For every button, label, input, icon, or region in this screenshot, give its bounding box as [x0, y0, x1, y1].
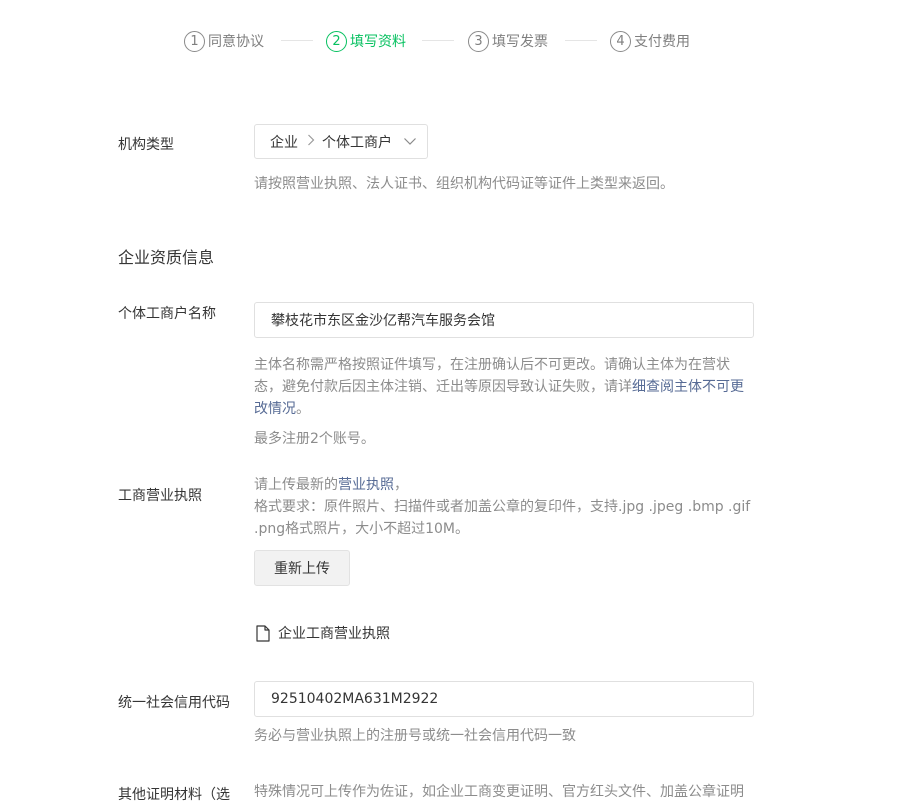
step-number: 1 — [184, 30, 205, 52]
name-tip: 主体名称需严格按照证件填写，在注册确认后不可更改。请确认主体为在营状态，避免付款… — [254, 354, 754, 420]
license-label: 工商营业执照 — [118, 488, 202, 504]
credit-code-value: 92510402MA631M2922 — [271, 691, 439, 707]
step-label: 填写资料 — [350, 34, 406, 50]
license-tip-link[interactable]: 营业执照 — [338, 477, 394, 493]
name-input-value: 攀枝花市东区金沙亿帮汽车服务会馆 — [271, 313, 495, 329]
step-invoice: 3 填写发票 — [468, 29, 548, 53]
step-label: 同意协议 — [208, 34, 264, 50]
name-input[interactable]: 攀枝花市东区金沙亿帮汽车服务会馆 — [254, 302, 754, 338]
step-number: 4 — [610, 30, 631, 52]
file-icon — [256, 624, 270, 642]
name-tip-end: 。 — [296, 401, 310, 417]
uploaded-file-name: 企业工商营业执照 — [278, 626, 390, 642]
org-type-tip: 请按照营业执照、法人证书、组织机构代码证等证件上类型来返回。 — [254, 176, 674, 192]
credit-code-label: 统一社会信用代码 — [118, 695, 230, 711]
section-title: 企业资质信息 — [118, 248, 215, 267]
license-tip-prefix: 请上传最新的 — [254, 477, 338, 493]
license-tip: 请上传最新的营业执照， 格式要求：原件照片、扫描件或者加盖公章的复印件，支持.j… — [254, 474, 756, 540]
credit-code-tip: 务必与营业执照上的注册号或统一社会信用代码一致 — [254, 728, 576, 744]
other-docs-tip: 特殊情况可上传作为佐证，如企业工商变更证明、官方红头文件、加盖公章证明 — [254, 784, 744, 800]
license-format-tip: 格式要求：原件照片、扫描件或者加盖公章的复印件，支持.jpg .jpeg .bm… — [254, 499, 751, 537]
name-label: 个体工商户名称 — [118, 306, 216, 322]
step-agree: 1 同意协议 — [184, 29, 264, 53]
credit-code-input[interactable]: 92510402MA631M2922 — [254, 681, 754, 717]
progress-steps: 1 同意协议 2 填写资料 3 填写发票 4 支付费用 — [0, 29, 912, 53]
step-label: 填写发票 — [492, 34, 548, 50]
license-tip-suffix: ， — [394, 477, 408, 493]
uploaded-file[interactable]: 企业工商营业执照 — [256, 623, 390, 643]
reupload-button[interactable]: 重新上传 — [254, 550, 350, 586]
name-limit-tip: 最多注册2个账号。 — [254, 431, 375, 447]
other-docs-label: 其他证明材料（选 — [118, 787, 230, 802]
step-payment: 4 支付费用 — [610, 29, 690, 53]
step-fill-info: 2 填写资料 — [326, 29, 406, 53]
step-connector — [422, 40, 454, 41]
org-type-select[interactable]: 企业 个体工商户 — [254, 124, 428, 159]
chevron-down-icon — [403, 134, 417, 148]
step-label: 支付费用 — [634, 34, 690, 50]
step-connector — [281, 40, 313, 41]
org-type-value-1: 企业 — [270, 134, 298, 151]
chevron-right-icon — [307, 134, 315, 149]
step-connector — [565, 40, 597, 41]
step-number: 2 — [326, 30, 347, 52]
org-type-value-2: 个体工商户 — [322, 134, 392, 151]
step-number: 3 — [468, 30, 489, 52]
org-type-label: 机构类型 — [118, 137, 174, 153]
